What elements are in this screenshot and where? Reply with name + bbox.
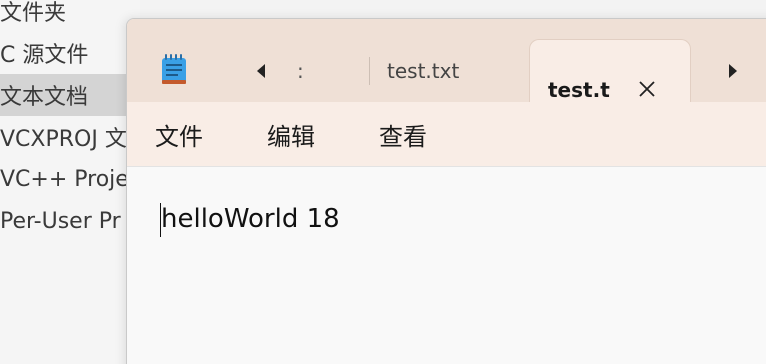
menu-file[interactable]: 文件 — [149, 116, 209, 152]
scroll-tabs-right-button[interactable] — [721, 59, 745, 83]
menu-bar: 文件 编辑 查看 — [127, 102, 766, 167]
close-tab-button[interactable] — [634, 76, 660, 102]
tab-label: : — [297, 59, 304, 83]
context-menu-item-per-user[interactable]: Per-User Pr — [0, 200, 140, 242]
notepad-icon — [161, 53, 187, 85]
context-menu-item-label: 文本文档 — [0, 85, 89, 110]
text-editor[interactable]: helloWorld 18 — [127, 167, 766, 364]
menu-edit[interactable]: 编辑 — [261, 116, 321, 152]
context-menu-item-label: VCXPROJ 文 — [0, 127, 127, 152]
chevron-right-icon — [729, 64, 737, 78]
title-bar: : test.txt test.txt — [127, 19, 766, 103]
tab-divider — [369, 57, 370, 85]
context-menu-item-text-document[interactable]: 文本文档 — [0, 74, 140, 116]
menu-view[interactable]: 查看 — [373, 116, 433, 152]
close-icon — [639, 81, 655, 97]
context-menu-item-folder[interactable]: 文件夹 — [0, 0, 140, 32]
chevron-left-icon — [257, 64, 265, 78]
tab-test-txt-active[interactable]: test.txt — [529, 39, 691, 103]
context-menu-item-label: VC++ Proje — [0, 166, 129, 192]
desktop: 文件夹 C 源文件 文本文档 VCXPROJ 文 VC++ Proje Per-… — [0, 0, 766, 364]
context-menu-item-vc-project[interactable]: VC++ Proje — [0, 158, 140, 200]
tab-label: test.txt — [548, 78, 610, 102]
context-menu-item-label: 文件夹 — [0, 1, 67, 26]
editor-content: helloWorld 18 — [161, 204, 340, 234]
tab-test-txt-inactive[interactable]: test.txt — [371, 51, 537, 91]
context-menu-item-label: Per-User Pr — [0, 208, 121, 234]
context-menu-item-c-source[interactable]: C 源文件 — [0, 32, 140, 74]
context-menu: 文件夹 C 源文件 文本文档 VCXPROJ 文 VC++ Proje Per-… — [0, 0, 140, 364]
context-menu-item-vcxproj[interactable]: VCXPROJ 文 — [0, 116, 140, 158]
scroll-tabs-left-button[interactable] — [249, 59, 273, 83]
context-menu-item-label: C 源文件 — [0, 43, 89, 68]
tab-collapsed[interactable]: : — [287, 51, 377, 91]
notepad-window: : test.txt test.txt 文件 — [126, 18, 766, 364]
tab-label: test.txt — [387, 59, 460, 83]
